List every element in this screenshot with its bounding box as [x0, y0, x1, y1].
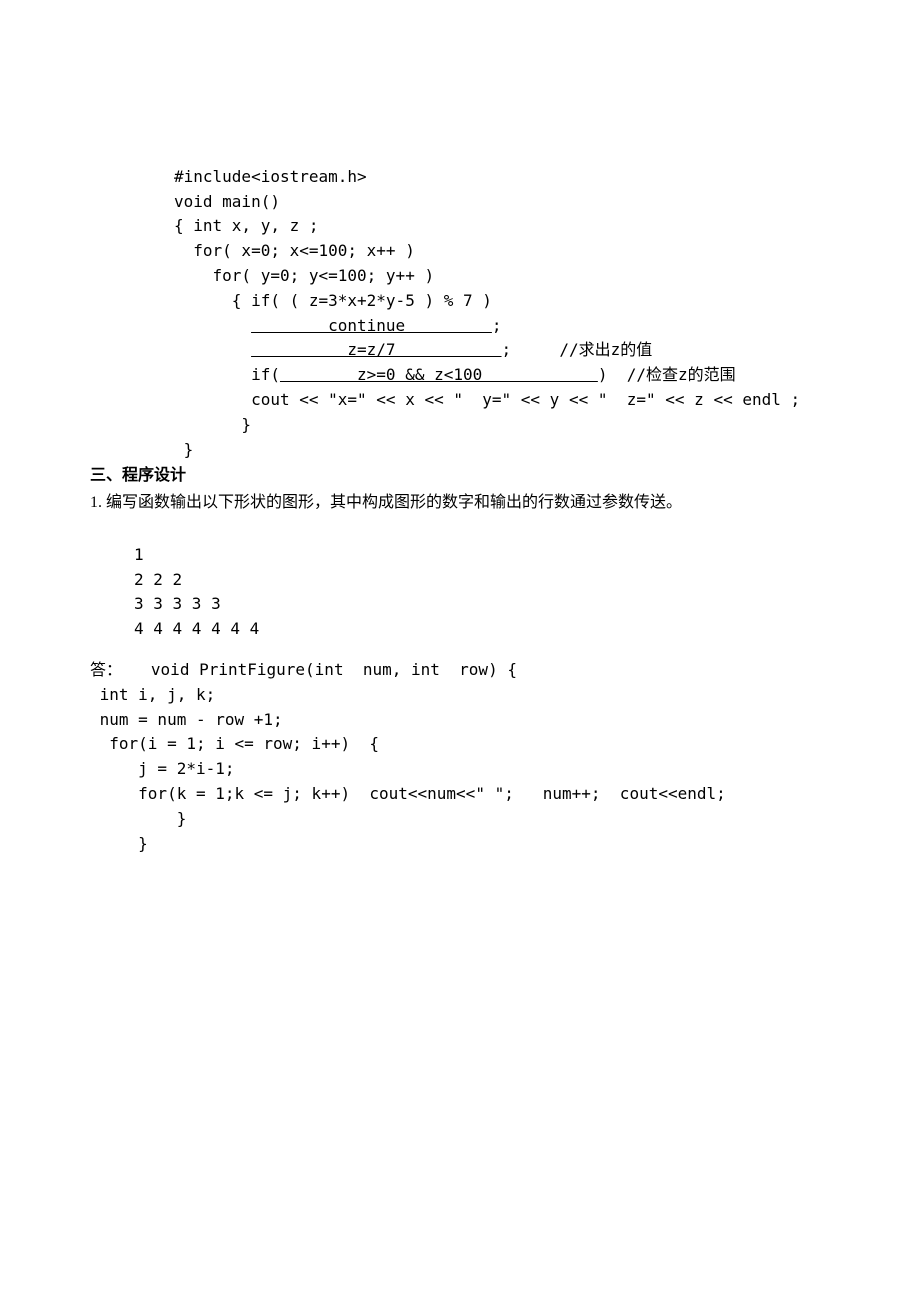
question-1: 1. 编写函数输出以下形状的图形，其中构成图形的数字和输出的行数通过参数传送。 [90, 491, 830, 516]
answer-line: int i, j, k; [90, 685, 215, 704]
section-heading: 三、程序设计 [90, 464, 830, 489]
pattern-row: 4 4 4 4 4 4 4 [134, 619, 259, 638]
code-line-prefix [174, 340, 251, 359]
answer-line: for(k = 1;k <= j; k++) cout<<num<<" "; n… [90, 784, 726, 803]
answer-block: 答： void PrintFigure(int num, int row) { … [90, 658, 830, 856]
pattern-row: 2 2 2 [134, 570, 182, 589]
fill-blank-2: z=z/7 [251, 340, 501, 359]
answer-line: j = 2*i-1; [90, 759, 235, 778]
code-line: for( x=0; x<=100; x++ ) [174, 241, 415, 260]
fill-blank-1: continue [251, 316, 492, 335]
pattern-row: 3 3 3 3 3 [134, 594, 221, 613]
answer-line: num = num - row +1; [90, 710, 283, 729]
code-line-suffix: ) //检查z的范围 [598, 365, 736, 384]
code-line-suffix: ; [492, 316, 502, 335]
code-line: for( y=0; y<=100; y++ ) [174, 266, 434, 285]
fill-blank-3: z>=0 && z<100 [280, 365, 598, 384]
answer-label: 答： [90, 660, 122, 679]
pattern-row: 1 [134, 545, 144, 564]
code-line-prefix [174, 316, 251, 335]
code-line: { if( ( z=3*x+2*y-5 ) % 7 ) [174, 291, 492, 310]
code-line: void main() [174, 192, 280, 211]
code-line: #include<iostream.h> [174, 167, 367, 186]
code-line: } [174, 415, 251, 434]
code-line-prefix: if( [174, 365, 280, 384]
answer-line: void PrintFigure(int num, int row) { [122, 660, 517, 679]
code-line: { int x, y, z ; [174, 216, 319, 235]
code-line: cout << "x=" << x << " y=" << y << " z="… [174, 390, 800, 409]
code-line-suffix: ; //求出z的值 [502, 340, 653, 359]
answer-line: } [90, 834, 148, 853]
answer-line: } [90, 809, 186, 828]
code-block: #include<iostream.h> void main() { int x… [174, 140, 830, 462]
code-line: } [174, 440, 193, 459]
pattern-block: 1 2 2 2 3 3 3 3 3 4 4 4 4 4 4 4 [134, 518, 830, 642]
answer-line: for(i = 1; i <= row; i++) { [90, 734, 379, 753]
